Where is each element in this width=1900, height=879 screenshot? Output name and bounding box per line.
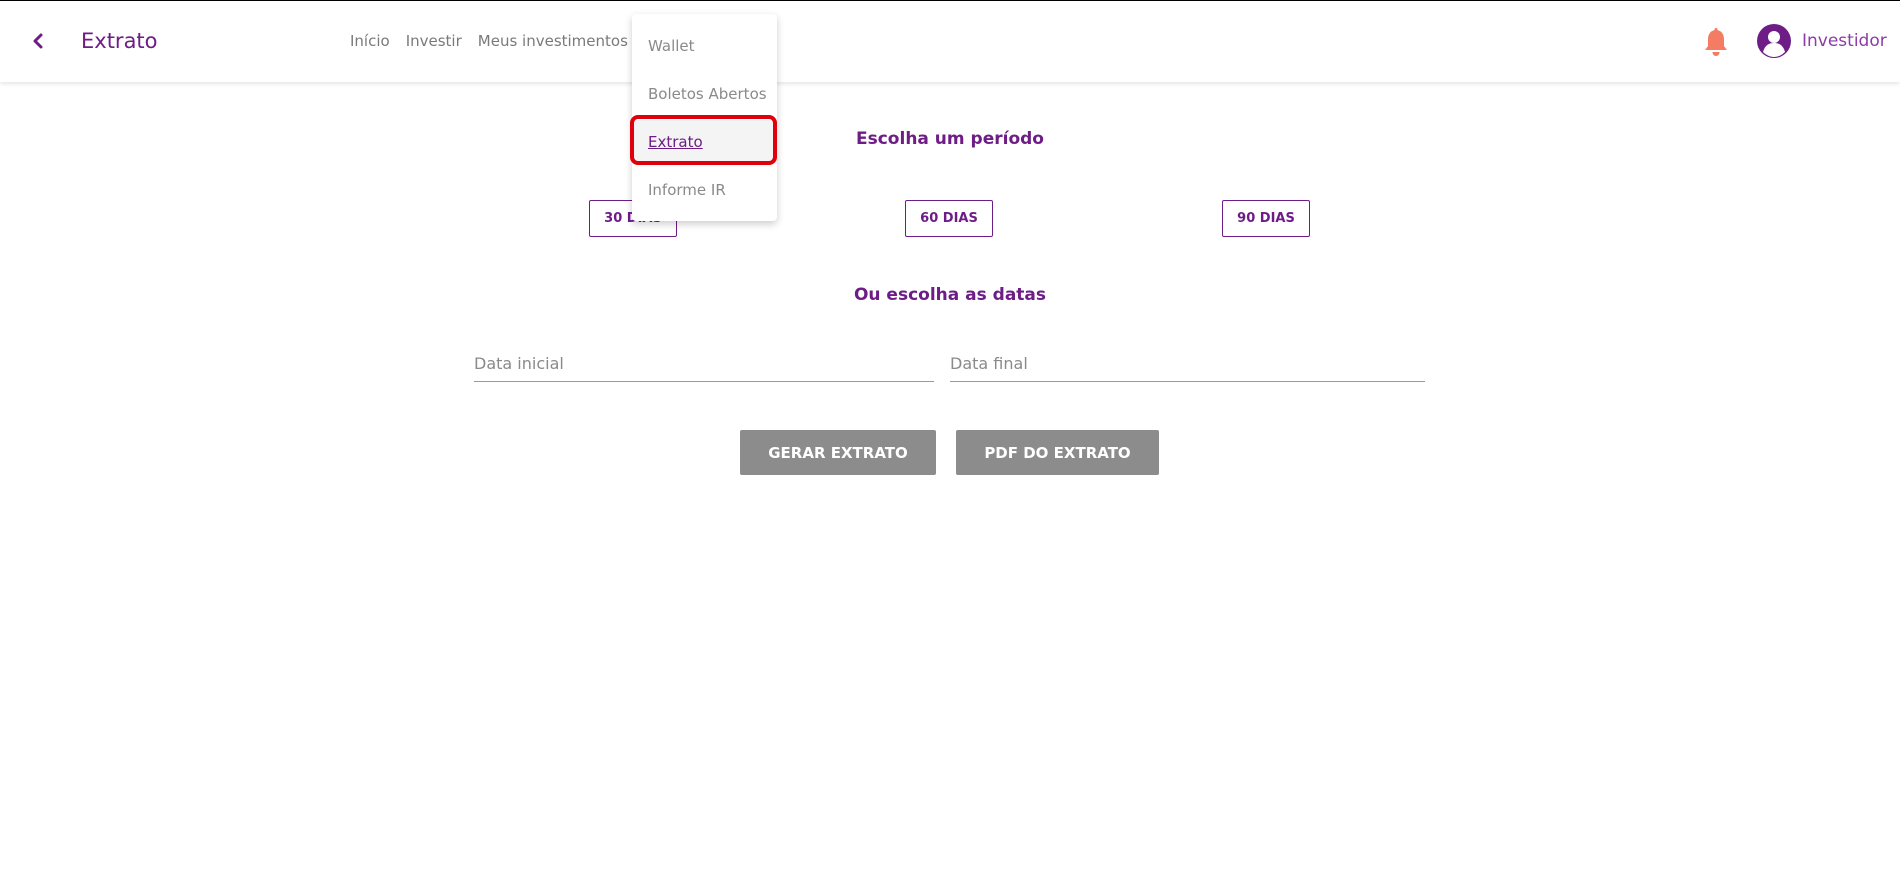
menu-item-boletos-abertos[interactable]: Boletos Abertos — [632, 72, 777, 116]
dates-heading: Ou escolha as datas — [853, 285, 1047, 305]
generate-statement-button[interactable]: GERAR EXTRATO — [740, 430, 936, 475]
bell-icon — [1705, 28, 1727, 56]
page-title: Extrato — [81, 29, 158, 53]
nav-meus-investimentos[interactable]: Meus investimentos — [478, 31, 628, 51]
end-date-placeholder: Data final — [950, 354, 1028, 373]
statement-pdf-button[interactable]: PDF DO EXTRATO — [956, 430, 1159, 475]
start-date-placeholder: Data inicial — [474, 354, 564, 373]
nav-investir[interactable]: Investir — [406, 31, 462, 51]
period-heading: Escolha um período — [856, 129, 1044, 149]
menu-item-wallet[interactable]: Wallet — [632, 24, 777, 68]
chevron-left-icon — [33, 33, 43, 49]
menu-item-extrato[interactable]: Extrato — [632, 120, 777, 164]
main-nav: Início Investir Meus investimentos M — [350, 31, 657, 51]
user-avatar-icon — [1757, 24, 1791, 58]
nav-inicio[interactable]: Início — [350, 31, 390, 51]
user-menu[interactable]: Investidor — [1756, 23, 1887, 59]
app-header: Extrato Início Investir Meus investiment… — [0, 1, 1900, 82]
start-date-field[interactable]: Data inicial — [474, 350, 934, 382]
user-name: Investidor — [1802, 31, 1887, 51]
end-date-field[interactable]: Data final — [950, 350, 1425, 382]
back-button[interactable] — [26, 27, 50, 55]
period-60-button[interactable]: 60 DIAS — [905, 200, 993, 237]
period-90-button[interactable]: 90 DIAS — [1222, 200, 1310, 237]
notifications-button[interactable] — [1703, 28, 1729, 56]
menu-item-informe-ir[interactable]: Informe IR — [632, 168, 777, 212]
investments-dropdown-menu: Wallet Boletos Abertos Extrato Informe I… — [632, 14, 777, 221]
